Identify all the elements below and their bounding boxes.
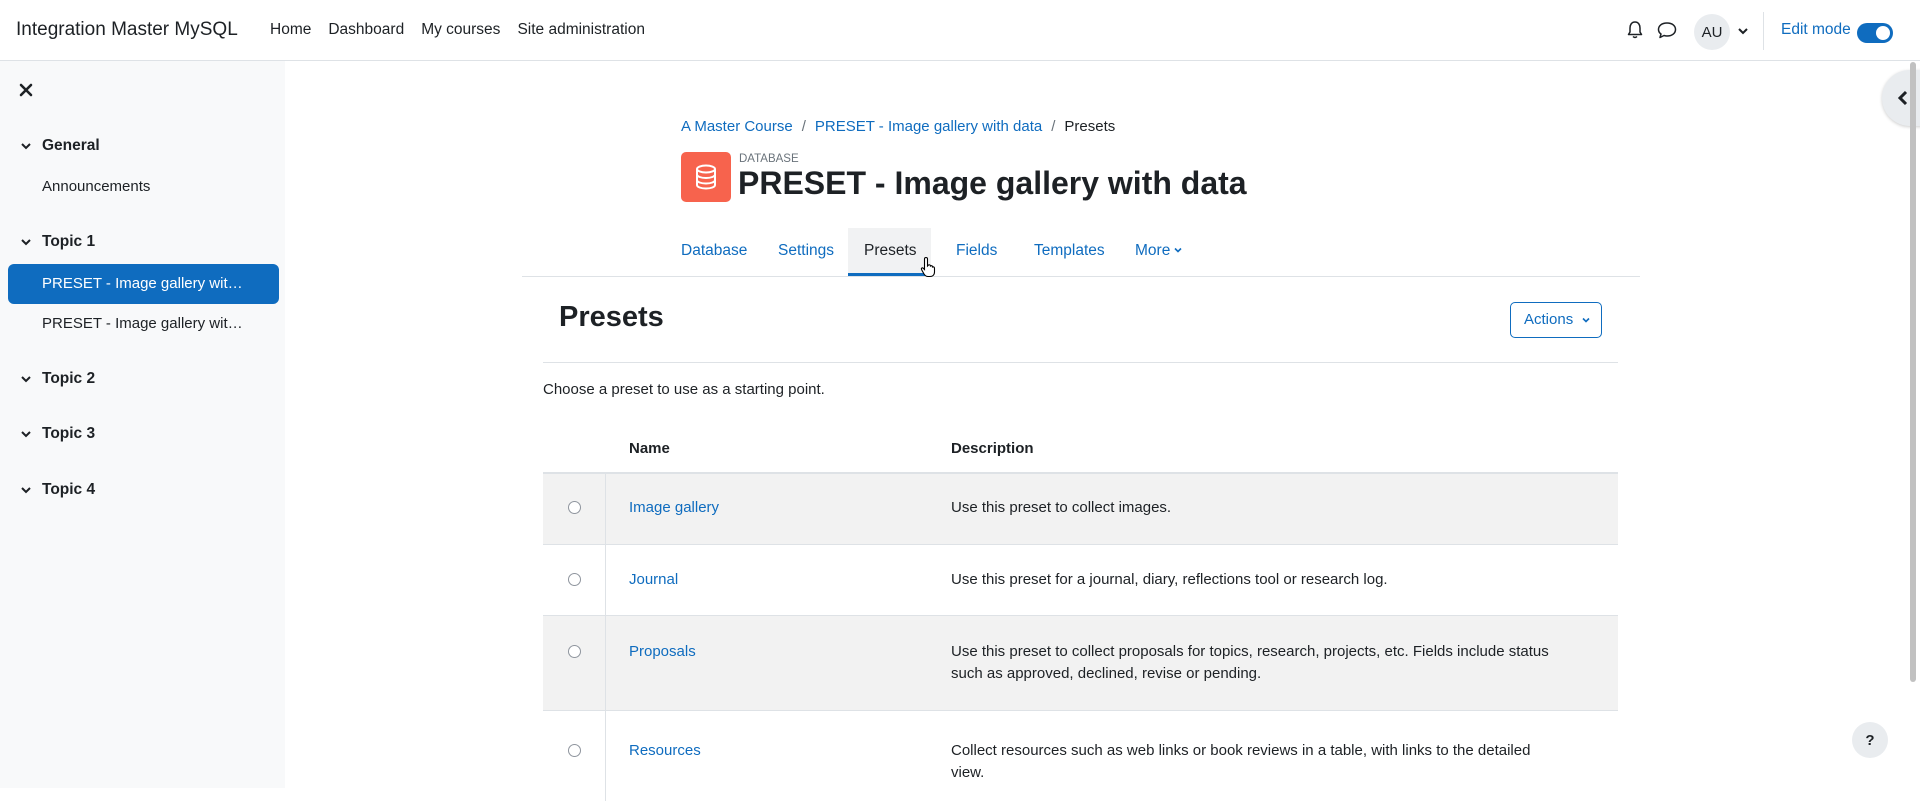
database-icon bbox=[696, 164, 716, 190]
section-topic-1[interactable]: Topic 1 bbox=[20, 233, 95, 251]
table-row: Journal Use this preset for a journal, d… bbox=[543, 545, 1618, 616]
edit-mode-label[interactable]: Edit mode bbox=[1781, 21, 1851, 39]
nav-site-administration[interactable]: Site administration bbox=[517, 21, 645, 39]
preset-name-link[interactable]: Image gallery bbox=[629, 499, 719, 516]
messages-chat-icon[interactable] bbox=[1656, 20, 1678, 40]
actions-label: Actions bbox=[1524, 311, 1574, 328]
database-module-icon bbox=[681, 152, 731, 202]
breadcrumb-course[interactable]: A Master Course bbox=[681, 118, 793, 135]
tab-more[interactable]: More bbox=[1119, 228, 1199, 276]
chevron-down-icon bbox=[21, 487, 31, 494]
section-topic-4[interactable]: Topic 4 bbox=[20, 481, 95, 499]
chevron-down-icon bbox=[21, 143, 31, 150]
tab-templates[interactable]: Templates bbox=[1018, 228, 1121, 276]
nav-home[interactable]: Home bbox=[270, 21, 311, 39]
user-avatar[interactable]: AU bbox=[1694, 14, 1730, 50]
help-button[interactable]: ? bbox=[1852, 722, 1888, 758]
actions-dropdown-button[interactable]: Actions bbox=[1510, 302, 1602, 338]
edit-mode-toggle[interactable] bbox=[1857, 23, 1893, 43]
presets-intro-text: Choose a preset to use as a starting poi… bbox=[543, 381, 825, 398]
section-title: Topic 2 bbox=[42, 370, 96, 387]
preset-radio[interactable] bbox=[568, 744, 581, 757]
course-item[interactable]: PRESET - Image gallery wit… bbox=[42, 315, 257, 332]
column-header-name: Name bbox=[629, 440, 670, 457]
module-type-label: DATABASE bbox=[739, 153, 799, 165]
section-title: Topic 1 bbox=[42, 233, 96, 250]
preset-radio[interactable] bbox=[568, 501, 581, 514]
preset-radio[interactable] bbox=[568, 573, 581, 586]
chevron-down-icon bbox=[1174, 247, 1182, 253]
preset-description: Collect resources such as web links or b… bbox=[951, 742, 1531, 781]
column-separator bbox=[605, 474, 606, 544]
preset-description: Use this preset to collect proposals for… bbox=[951, 643, 1549, 682]
preset-name-link[interactable]: Journal bbox=[629, 571, 678, 588]
section-general[interactable]: General bbox=[20, 137, 100, 155]
chevron-down-icon bbox=[1582, 317, 1590, 323]
preset-description: Use this preset for a journal, diary, re… bbox=[951, 571, 1388, 588]
tab-presets[interactable]: Presets bbox=[848, 228, 931, 276]
section-title: General bbox=[42, 137, 100, 154]
preset-radio[interactable] bbox=[568, 645, 581, 658]
breadcrumb: A Master Course / PRESET - Image gallery… bbox=[681, 118, 1115, 135]
primary-navigation: Home Dashboard My courses Site administr… bbox=[270, 21, 662, 39]
table-row: Proposals Use this preset to collect pro… bbox=[543, 616, 1618, 711]
navbar-divider bbox=[1763, 12, 1764, 50]
page-scrollbar[interactable] bbox=[1910, 62, 1916, 682]
preset-description: Use this preset to collect images. bbox=[951, 499, 1172, 516]
site-brand[interactable]: Integration Master MySQL bbox=[16, 19, 238, 41]
chevron-down-icon bbox=[21, 431, 31, 438]
close-drawer-icon[interactable] bbox=[18, 82, 34, 98]
tab-database[interactable]: Database bbox=[665, 228, 763, 276]
course-item-announcements[interactable]: Announcements bbox=[42, 178, 150, 195]
heading-divider bbox=[543, 362, 1618, 363]
tab-fields[interactable]: Fields bbox=[940, 228, 1013, 276]
breadcrumb-separator: / bbox=[1051, 118, 1056, 135]
breadcrumb-activity[interactable]: PRESET - Image gallery with data bbox=[815, 118, 1042, 135]
chevron-down-icon bbox=[21, 376, 31, 383]
presets-heading: Presets bbox=[559, 301, 664, 333]
column-separator bbox=[605, 545, 606, 615]
tab-more-label: More bbox=[1135, 242, 1171, 259]
tab-settings[interactable]: Settings bbox=[762, 228, 850, 276]
course-item-active[interactable]: PRESET - Image gallery wit… bbox=[8, 264, 279, 304]
preset-name-link[interactable]: Resources bbox=[629, 742, 701, 759]
hand-pointer-cursor-icon bbox=[920, 256, 936, 278]
breadcrumb-current: Presets bbox=[1064, 118, 1116, 135]
section-title: Topic 3 bbox=[42, 425, 96, 442]
section-topic-2[interactable]: Topic 2 bbox=[20, 370, 95, 388]
nav-my-courses[interactable]: My courses bbox=[421, 21, 500, 39]
section-title: Topic 4 bbox=[42, 481, 96, 498]
page-title: PRESET - Image gallery with data bbox=[738, 165, 1247, 201]
section-topic-3[interactable]: Topic 3 bbox=[20, 425, 95, 443]
nav-dashboard[interactable]: Dashboard bbox=[328, 21, 404, 39]
column-header-description: Description bbox=[951, 440, 1034, 457]
user-menu-chevron-down-icon[interactable] bbox=[1737, 25, 1749, 37]
chevron-left-icon bbox=[1897, 90, 1908, 106]
chevron-down-icon bbox=[21, 239, 31, 246]
table-row: Image gallery Use this preset to collect… bbox=[543, 474, 1618, 545]
breadcrumb-separator: / bbox=[801, 118, 806, 135]
secondary-navigation: Database Settings Presets Fields Templat… bbox=[522, 228, 1640, 277]
top-navbar: Integration Master MySQL Home Dashboard … bbox=[0, 0, 1920, 61]
preset-name-link[interactable]: Proposals bbox=[629, 643, 696, 660]
column-separator bbox=[605, 616, 606, 710]
notifications-bell-icon[interactable] bbox=[1625, 20, 1645, 40]
course-index-drawer: General Announcements Topic 1 PRESET - I… bbox=[0, 61, 285, 788]
